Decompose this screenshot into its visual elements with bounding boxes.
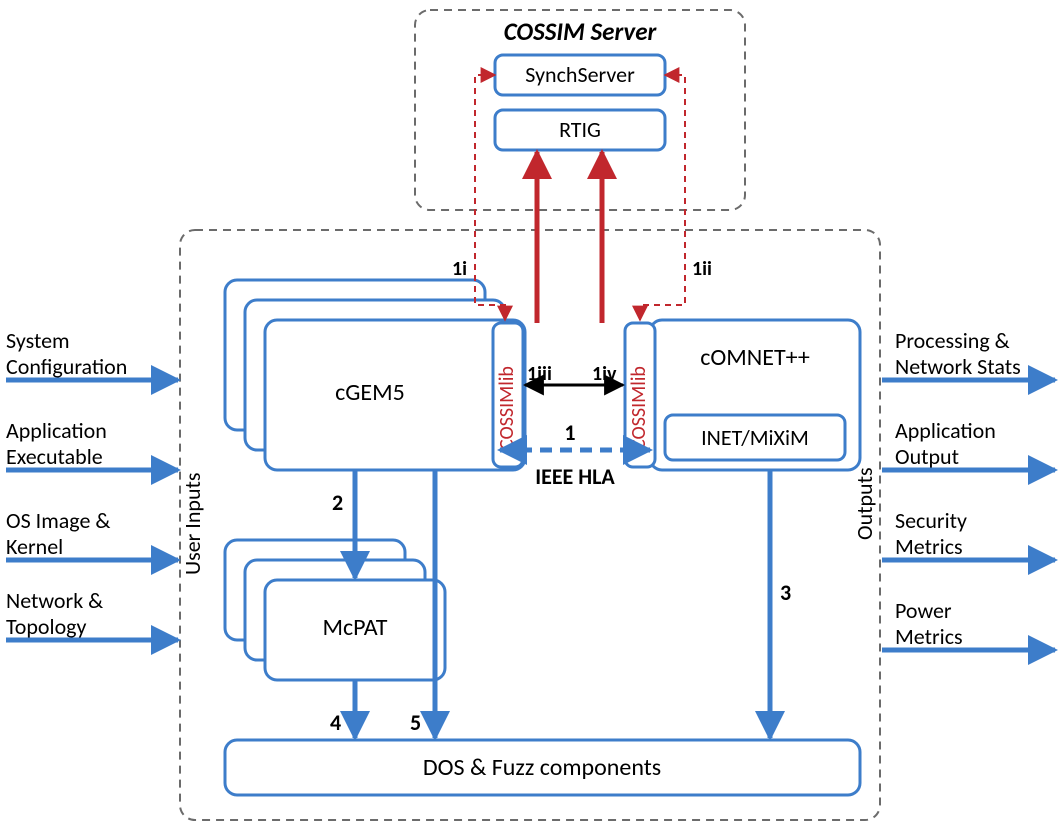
svg-text:Security: Security (895, 507, 967, 534)
svg-text:Executable: Executable (6, 443, 103, 470)
label-4: 4 (330, 709, 341, 736)
svg-text:Network Stats: Network Stats (895, 353, 1021, 380)
cossimlib-left-label: COSSIMlib (495, 366, 519, 450)
inet-label: INET/MiXiM (701, 424, 809, 451)
svg-text:OS Image &: OS Image & (6, 507, 110, 534)
svg-text:Topology: Topology (6, 613, 87, 640)
input-0-l1: System (6, 327, 70, 354)
input-2: OS Image &Kernel (6, 507, 178, 560)
label-1: 1 (564, 419, 575, 446)
output-2: SecurityMetrics (882, 507, 1055, 560)
cossimlib-right-label: COSSIMlib (627, 366, 651, 450)
svg-text:Application: Application (6, 417, 107, 444)
svg-text:Metrics: Metrics (895, 623, 963, 650)
label-1iv: 1iv (592, 362, 617, 386)
svg-text:System: System (6, 327, 70, 354)
input-0: SystemConfiguration (6, 327, 178, 380)
svg-text:Processing &: Processing & (895, 327, 1010, 354)
mcpat-label: McPAT (322, 613, 387, 642)
user-inputs-label: User Inputs (179, 472, 206, 575)
comnet-label: cOMNET++ (700, 343, 810, 372)
output-1-l1: Application (895, 417, 996, 444)
synchserver-label: SynchServer (525, 61, 635, 88)
svg-text:Configuration: Configuration (6, 353, 127, 380)
label-1iii: 1iii (527, 362, 552, 386)
input-1: ApplicationExecutable (6, 417, 178, 470)
label-ieee: IEEE HLA (535, 463, 615, 490)
cgem5-label: cGEM5 (335, 378, 405, 407)
label-1ii: 1ii (692, 257, 712, 281)
rtig-label: RTIG (559, 116, 601, 143)
output-1-l2: Output (895, 443, 959, 470)
output-3-l1: Power (895, 597, 952, 624)
label-3: 3 (780, 579, 791, 606)
input-1-l2: Executable (6, 443, 103, 470)
output-0-l1: Processing & (895, 327, 1010, 354)
svg-text:Power: Power (895, 597, 952, 624)
output-1: ApplicationOutput (882, 417, 1055, 470)
output-3: PowerMetrics (882, 597, 1055, 650)
input-1-l1: Application (6, 417, 107, 444)
input-2-l1: OS Image & (6, 507, 110, 534)
output-2-l1: Security (895, 507, 967, 534)
label-2: 2 (332, 489, 343, 516)
svg-text:Application: Application (895, 417, 996, 444)
output-0: Processing &Network Stats (882, 327, 1055, 380)
server-title: COSSIM Server (504, 16, 658, 47)
outputs-label: Outputs (851, 467, 878, 540)
input-3: Network &Topology (6, 587, 178, 640)
svg-text:Metrics: Metrics (895, 533, 963, 560)
output-0-l2: Network Stats (895, 353, 1021, 380)
input-2-l2: Kernel (6, 533, 63, 560)
svg-text:Network &: Network & (6, 587, 103, 614)
dos-label: DOS & Fuzz components (423, 753, 661, 782)
svg-text:Output: Output (895, 443, 959, 470)
input-3-l1: Network & (6, 587, 103, 614)
output-3-l2: Metrics (895, 623, 963, 650)
output-2-l2: Metrics (895, 533, 963, 560)
label-1i: 1i (452, 257, 467, 281)
label-5: 5 (410, 709, 421, 736)
svg-text:Kernel: Kernel (6, 533, 63, 560)
input-0-l2: Configuration (6, 353, 127, 380)
input-3-l2: Topology (6, 613, 87, 640)
